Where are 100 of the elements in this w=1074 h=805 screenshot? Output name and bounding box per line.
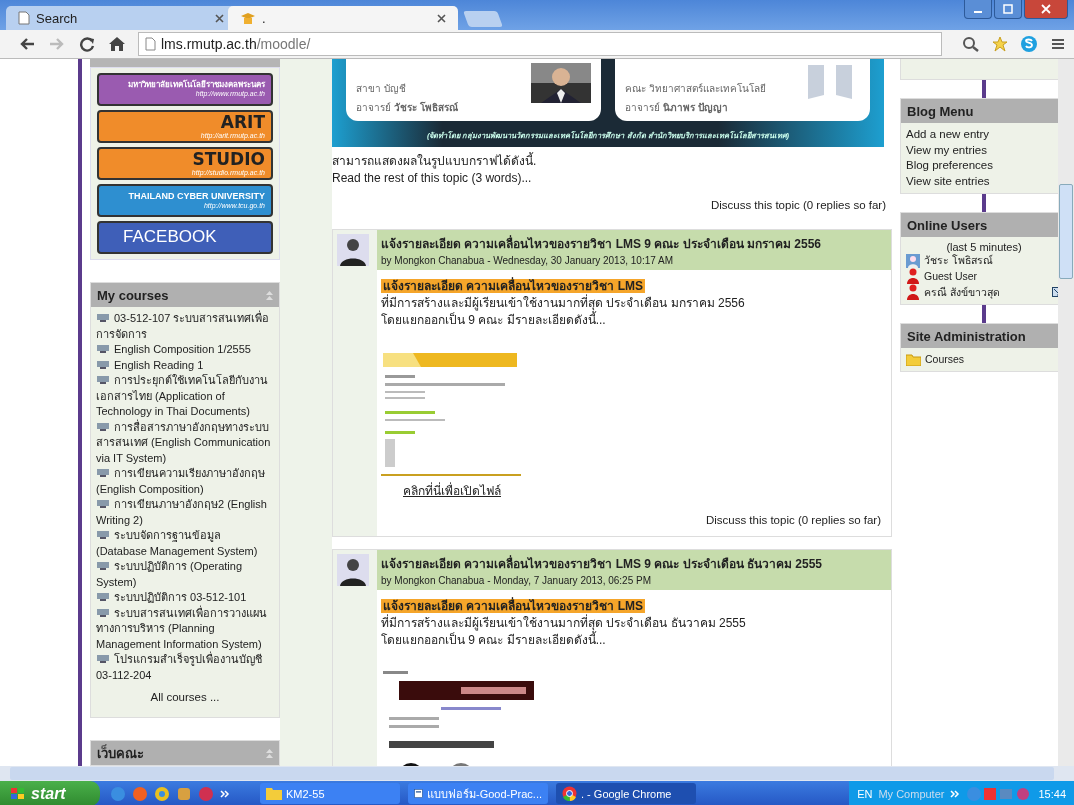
monitor-icon — [96, 499, 110, 509]
new-tab-button[interactable] — [463, 11, 503, 27]
course-link[interactable]: ระบบสารสนเทศเพื่อการวางแผนทางการบริหาร (Planning Management Information System) — [96, 605, 274, 652]
course-link[interactable]: ระบบปฏิบัติการ (Operating System) — [96, 559, 274, 590]
post-text: โดยแยกออกเป็น 9 คณะ มีรายละเอียดดังนี้... — [381, 632, 887, 649]
course-link[interactable]: ระบบปฏิบัติการ 03-512-101 — [96, 590, 274, 606]
block-title: เว็บคณะ — [97, 743, 144, 763]
discuss-link[interactable]: Discuss this topic (0 replies so far) — [710, 199, 886, 211]
block-title: My courses — [97, 287, 169, 303]
monitor-icon — [96, 313, 110, 323]
monitor-icon — [96, 530, 110, 540]
chevron-icon[interactable] — [220, 788, 230, 799]
block-title: Site Administration — [907, 328, 1026, 344]
course-link[interactable]: 03-512-107 ระบบสารสนเทศเพื่อการจัดการ — [96, 311, 274, 342]
user-name[interactable]: ครณี สังข์ขาวสุด — [924, 284, 1000, 300]
course-link[interactable]: การประยุกต์ใช้เทคโนโลยีกับงานเอกสารไทย (Application of Technology in Thai Documents) — [96, 373, 274, 420]
avatar — [906, 253, 920, 268]
read-more-link[interactable]: Read the rest of this topic (3 words)... — [332, 171, 892, 185]
page-icon — [18, 11, 30, 25]
link-banner[interactable]: FACEBOOK — [97, 221, 273, 254]
blog-menu-link[interactable]: Blog preferences — [906, 158, 1058, 174]
blog-menu-link[interactable]: View site entries — [906, 173, 1058, 189]
course-link[interactable]: English Reading 1 — [96, 357, 274, 373]
monitor-icon — [96, 468, 110, 478]
maximize-button[interactable] — [994, 0, 1022, 19]
page-icon — [145, 37, 156, 51]
graduation-cap-icon — [240, 11, 256, 25]
avatar — [337, 234, 369, 266]
folder-icon — [266, 787, 282, 800]
app-icon[interactable] — [176, 785, 192, 802]
post-title[interactable]: แจ้งรายละเอียด ความเคลื่อนไหวของรายวิชา LMS 9 คณะ ประจำเดือน ธันวาคม 2555 — [381, 554, 887, 573]
course-link[interactable]: English Composition 1/2555 — [96, 342, 274, 358]
zoom-icon[interactable] — [962, 36, 980, 52]
user-name[interactable]: Guest User — [924, 268, 978, 284]
admin-link[interactable]: Courses — [925, 352, 965, 367]
back-icon[interactable] — [18, 36, 36, 52]
user-icon — [906, 284, 920, 300]
blog-menu-link[interactable]: Add a new entry — [906, 127, 1058, 143]
scrollbar[interactable] — [0, 766, 1074, 781]
course-link[interactable]: การสื่อสารภาษาอังกฤษทางระบบสารสนเทศ (English Communication via IT System) — [96, 419, 274, 466]
teacher-name: อาจารย์ วัชระ โพธิสรณ์ — [356, 101, 458, 115]
clock: 15:44 — [1038, 787, 1066, 800]
chevron-icon[interactable] — [950, 788, 961, 799]
post-text: โดยแยกออกเป็น 9 คณะ มีรายละเอียดดังนี้... — [381, 312, 887, 329]
taskbar-button[interactable]: KM2-55 — [260, 783, 400, 804]
post-byline: by Mongkon Chanabua - Monday, 7 January 2013, 06:25 PM — [381, 575, 652, 586]
open-file-link[interactable]: คลิกที่นี่เพื่อเปิดไฟล์ — [403, 484, 501, 498]
monitor-icon — [96, 654, 110, 664]
all-courses-link[interactable]: All courses ... — [96, 691, 274, 703]
highlighted-heading: แจ้งรายละเอียด ความเคลื่อนไหวของรายวิชา LMS — [381, 279, 645, 293]
block-title: Blog Menu — [907, 103, 974, 119]
reload-icon[interactable] — [78, 36, 96, 52]
monitor-icon — [96, 607, 110, 618]
discuss-link[interactable]: Discuss this topic (0 replies so far) — [705, 514, 881, 526]
maximize-icon — [1003, 4, 1013, 14]
post-text: ที่มีการสร้างและมีผู้เรียนเข้าใช้งานมากที่สุด ประจำเดือน ธันวาคม 2555 — [381, 615, 747, 632]
taskbar-button[interactable]: . - Google Chrome — [556, 783, 696, 804]
monitor-icon — [96, 344, 110, 354]
post-text: ที่มีการสร้างและมีผู้เรียนเข้าใช้งานมากที่สุด ประจำเดือน มกราคม 2556 — [381, 295, 746, 312]
windows-logo-icon — [10, 786, 26, 801]
skype-icon[interactable] — [1020, 35, 1038, 53]
close-window-button[interactable] — [1024, 0, 1068, 19]
monitor-icon — [96, 561, 110, 571]
minimize-button[interactable] — [964, 0, 992, 19]
monitor-icon — [96, 375, 110, 385]
department-text: คณะ วิทยาศาสตร์และเทคโนโลยี — [625, 82, 766, 96]
minimize-icon — [974, 11, 982, 13]
star-icon[interactable] — [992, 36, 1008, 52]
course-link[interactable]: ระบบจัดการฐานข้อมูล (Database Management System) — [96, 528, 274, 559]
avatar — [337, 554, 369, 586]
monitor-icon — [96, 421, 110, 432]
taskbar-button[interactable]: แบบฟอร์ม-Good-Prac... — [408, 783, 548, 804]
user-name[interactable]: วัชระ โพธิสรณ์ — [924, 253, 993, 268]
post-title[interactable]: แจ้งรายละเอียด ความเคลื่อนไหวของรายวิชา LMS 9 คณะ ประจำเดือน มกราคม 2556 — [381, 234, 887, 253]
address-bar[interactable]: lms.rmutp.ac.th/moodle/ — [138, 32, 942, 56]
monitor-icon — [96, 359, 110, 370]
post-byline: by Mongkon Chanabua - Wednesday, 30 January 2013, 10:17 AM — [381, 255, 675, 266]
course-link[interactable]: การเขียนความเรียงภาษาอังกฤษ (English Composition) — [96, 466, 274, 497]
course-link[interactable]: การเขียนภาษาอังกฤษ2 (English Writing 2) — [96, 497, 274, 528]
close-icon[interactable] — [437, 13, 446, 23]
scrollbar[interactable] — [1058, 59, 1074, 766]
teacher-name: อาจารย์ นิภาพร ปัญญา — [625, 101, 729, 115]
block-title: Online Users — [907, 217, 988, 233]
document-icon — [414, 786, 423, 801]
blog-menu-link[interactable]: View my entries — [906, 142, 1058, 158]
close-icon[interactable] — [215, 13, 224, 23]
folder-icon — [906, 353, 921, 366]
browser-icon[interactable] — [132, 785, 148, 802]
department-text: สาขา บัญชี — [356, 82, 407, 96]
monitor-icon — [96, 592, 110, 602]
course-link[interactable]: โปรแกรมสำเร็จรูปเพื่องานบัญชี 03-112-204 — [96, 652, 274, 683]
post-text: สามารถแสดงผลในรูปแบบกราฟได้ดังนี้. — [332, 151, 538, 170]
browser-icon — [562, 786, 577, 801]
time-range-label: (last 5 minutes) — [945, 241, 1023, 253]
home-icon[interactable] — [108, 36, 126, 52]
user-icon — [906, 268, 920, 284]
browser-icon[interactable] — [110, 785, 126, 802]
browser-icon[interactable] — [154, 785, 170, 802]
browser-tab[interactable]: . — [228, 6, 458, 30]
menu-icon[interactable] — [1050, 37, 1066, 51]
